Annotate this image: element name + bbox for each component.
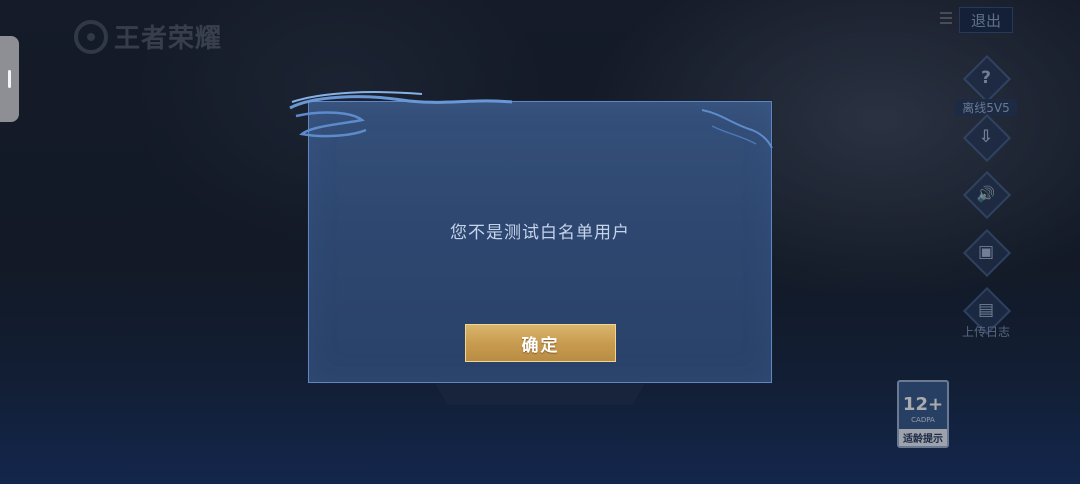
alert-dialog: 您不是测试白名单用户 确定 [308,101,772,383]
edge-drawer-handle[interactable] [0,36,19,122]
confirm-button[interactable]: 确定 [465,324,616,362]
game-login-screen: 王者荣耀 退出 ? 离线5V5 ⇩ 🔊 ▣ ▤ 上传日志 12+ CADPA 适… [0,0,1080,484]
dialog-message: 您不是测试白名单用户 [450,223,630,243]
